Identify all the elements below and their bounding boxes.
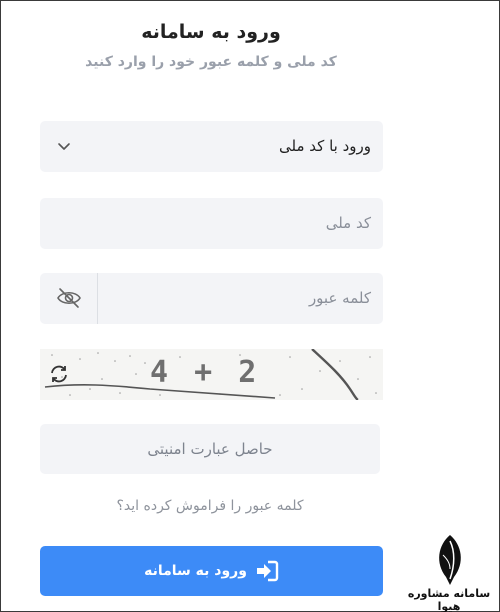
page-frame: ورود به سامانه کد ملی و کلمه عبور خود را…	[0, 0, 500, 612]
password-input[interactable]: کلمه عبور	[40, 273, 383, 324]
page-title: ورود به سامانه	[141, 21, 281, 43]
login-method-select[interactable]: ورود با کد ملی	[40, 121, 383, 172]
login-method-value: ورود با کد ملی	[279, 137, 371, 155]
quill-logo	[439, 535, 461, 585]
refresh-icon[interactable]	[48, 363, 70, 385]
password-placeholder: کلمه عبور	[308, 289, 371, 307]
forgot-password-link[interactable]: کلمه عبور را فراموش کرده اید؟	[40, 498, 380, 514]
captcha-answer-input[interactable]: حاصل عبارت امنیتی	[40, 424, 380, 474]
page-subtitle: کد ملی و کلمه عبور خود را وارد کنید	[85, 54, 337, 70]
captcha-answer-placeholder: حاصل عبارت امنیتی	[147, 440, 273, 458]
toggle-password-button[interactable]	[40, 273, 97, 324]
chevron-down-icon	[58, 143, 70, 150]
password-divider	[97, 273, 98, 324]
national-id-placeholder: کد ملی	[325, 214, 371, 232]
login-icon	[256, 560, 279, 582]
watermark-text: سامانه مشاوره هیوا	[407, 587, 491, 612]
eye-off-icon	[57, 288, 81, 308]
captcha-image: 4 + 2	[40, 349, 383, 400]
login-button-label: ورود به سامانه	[144, 563, 247, 579]
login-button[interactable]: ورود به سامانه	[40, 546, 383, 596]
captcha-text: 4 + 2	[150, 355, 261, 390]
national-id-input[interactable]: کد ملی	[40, 198, 383, 249]
watermark: سامانه مشاوره هیوا	[403, 529, 495, 612]
